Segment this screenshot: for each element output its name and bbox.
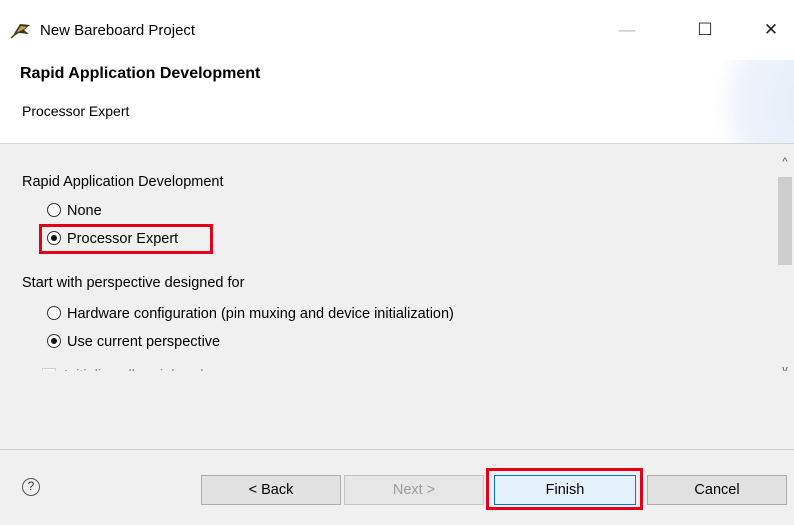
radio-hardware-configuration-indicator[interactable] <box>47 306 61 320</box>
scroll-up-icon[interactable]: ^ <box>776 156 794 168</box>
page-subtitle: Processor Expert <box>22 103 130 119</box>
perspective-group-label: Start with perspective designed for <box>22 275 245 291</box>
scroll-thumb[interactable] <box>778 177 792 265</box>
radio-use-current-perspective-label: Use current perspective <box>67 334 221 350</box>
radio-use-current-perspective-indicator[interactable] <box>47 334 61 348</box>
highlight-processor-expert <box>39 224 213 254</box>
button-bar: ? < Back Next > Finish Cancel <box>0 450 794 525</box>
wizard-header: Rapid Application Development Processor … <box>0 60 794 144</box>
header-decoration <box>694 60 794 143</box>
title-bar: New Bareboard Project — ☐ ✕ <box>0 0 794 60</box>
radio-hardware-configuration-label: Hardware configuration (pin muxing and d… <box>67 306 454 322</box>
rad-group-label: Rapid Application Development <box>22 174 224 190</box>
wizard-content: Rapid Application Development None Proce… <box>0 144 776 384</box>
page-title: Rapid Application Development <box>20 65 261 82</box>
cancel-button[interactable]: Cancel <box>647 475 787 505</box>
back-button[interactable]: < Back <box>201 475 341 505</box>
radio-none-indicator[interactable] <box>47 203 61 217</box>
next-button[interactable]: Next > <box>344 475 484 505</box>
help-icon[interactable]: ? <box>22 478 40 496</box>
minimize-button[interactable]: — <box>604 14 650 46</box>
window-title: New Bareboard Project <box>40 22 196 39</box>
radio-none-label: None <box>67 203 102 219</box>
close-button[interactable]: ✕ <box>748 14 794 46</box>
app-logo-icon <box>10 24 30 39</box>
maximize-button[interactable]: ☐ <box>682 14 728 46</box>
highlight-finish <box>486 468 643 510</box>
content-scrollbar[interactable]: ^ v <box>776 144 794 376</box>
empty-panel-area <box>0 371 794 449</box>
